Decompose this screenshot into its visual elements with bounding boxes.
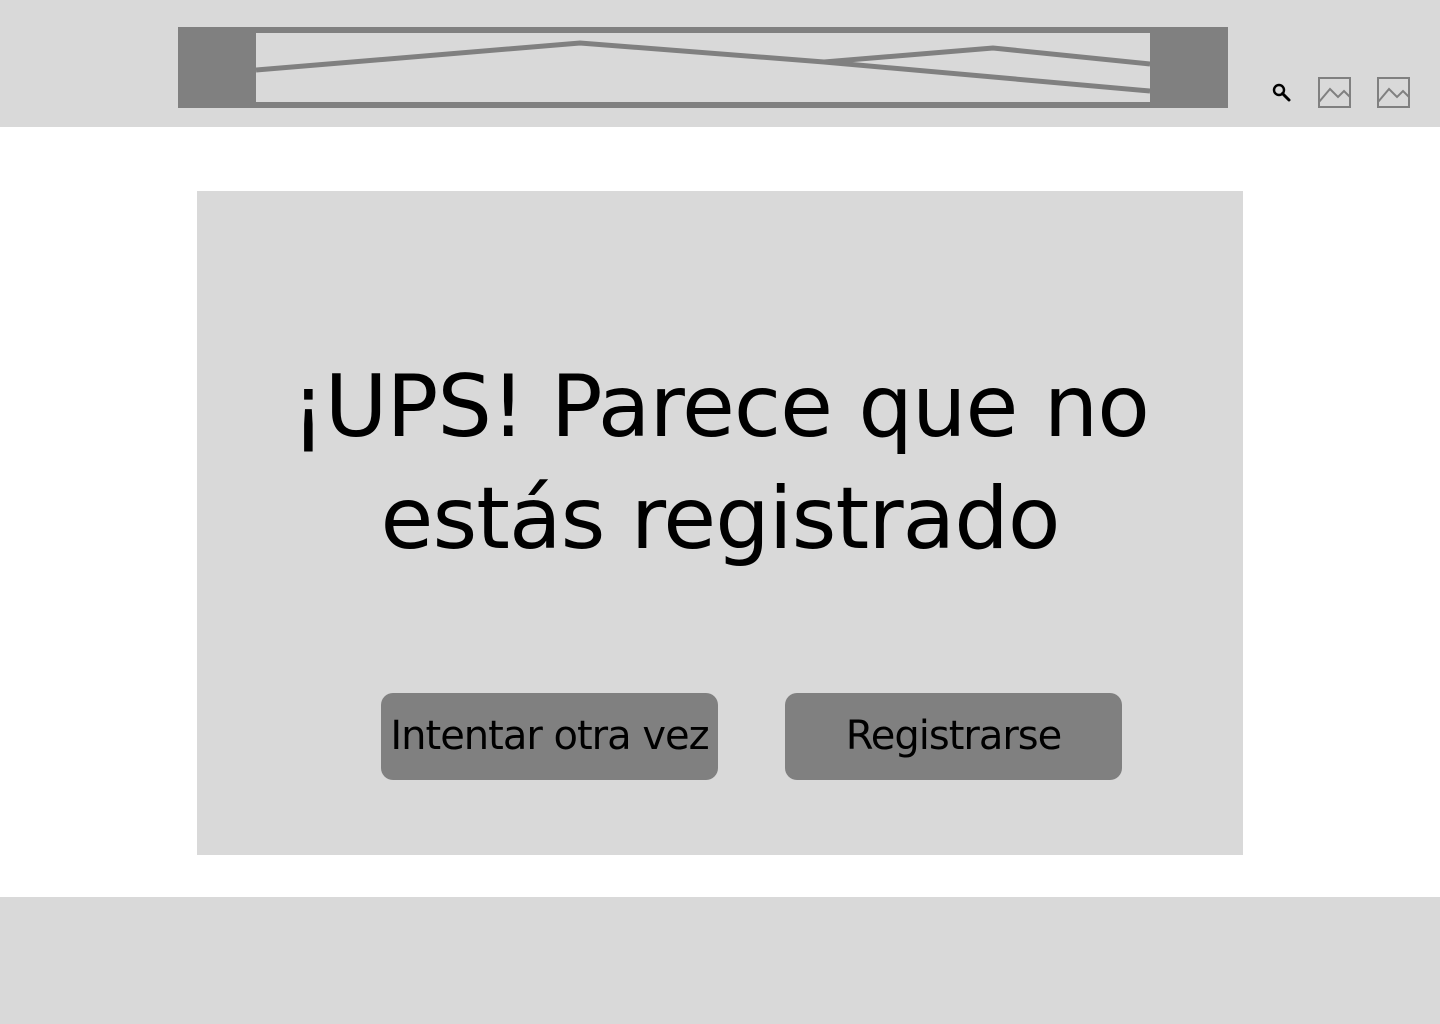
register-button[interactable]: Registrarse — [785, 693, 1122, 780]
image-icon[interactable] — [1318, 77, 1351, 108]
banner-image-icon — [256, 33, 1150, 102]
headline-line-2: estás registrado — [380, 469, 1061, 569]
image-icon[interactable] — [1377, 77, 1410, 108]
headline-line-1: ¡UPS! Parece que no — [291, 357, 1150, 457]
banner-image-placeholder — [178, 27, 1228, 108]
footer — [0, 897, 1440, 1024]
search-icon[interactable] — [1271, 82, 1293, 104]
page-title: ¡UPS! Parece que no estás registrado — [197, 351, 1243, 575]
header — [0, 0, 1440, 127]
retry-button[interactable]: Intentar otra vez — [381, 693, 718, 780]
not-registered-card: ¡UPS! Parece que no estás registrado Int… — [197, 191, 1243, 855]
